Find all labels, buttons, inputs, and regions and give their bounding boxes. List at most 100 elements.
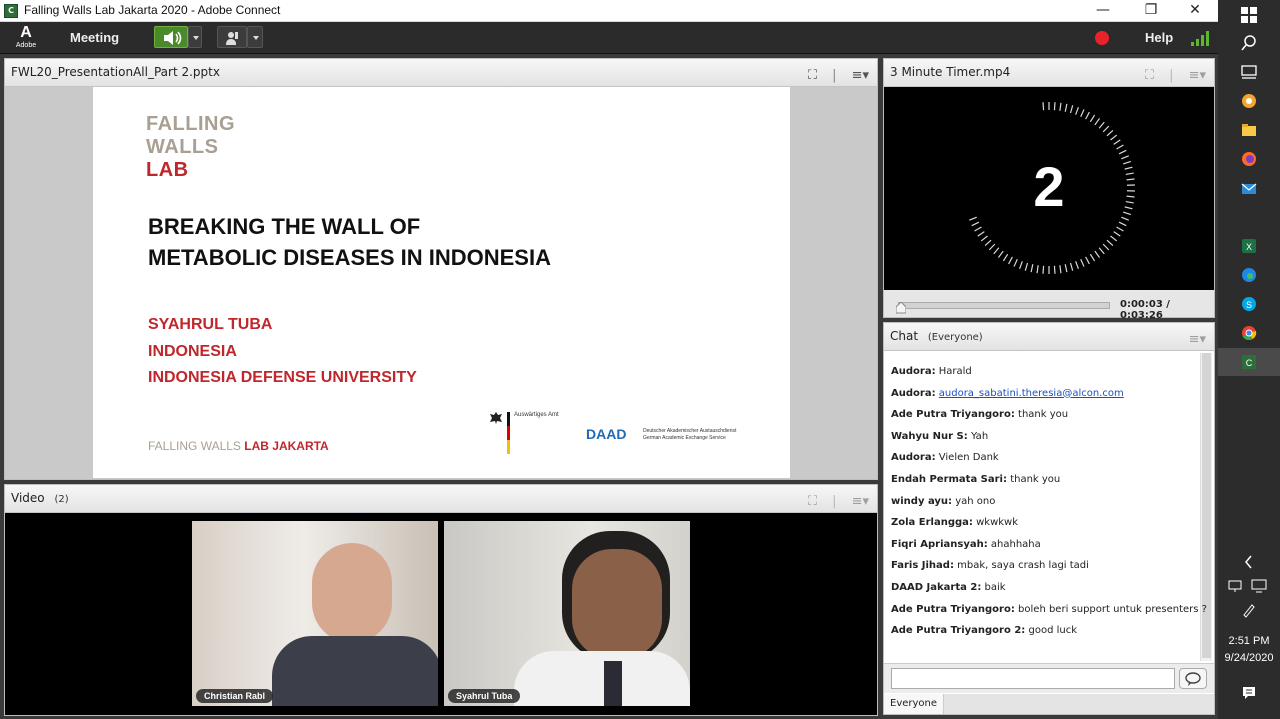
record-icon[interactable] <box>1094 30 1110 46</box>
chat-message: Audora: audora_sabatini.theresia@alcon.c… <box>891 388 1124 399</box>
network-icon[interactable] <box>1226 577 1244 595</box>
chat-audience-bar: Everyone <box>884 694 1214 714</box>
video-seek-bar[interactable] <box>898 302 1110 309</box>
timer-tick <box>1080 259 1085 267</box>
speaker-toggle-button[interactable] <box>154 26 188 48</box>
timer-tick <box>1089 253 1096 262</box>
chrome-icon[interactable] <box>1240 324 1258 342</box>
fullscreen-icon[interactable]: ⛶ <box>808 68 817 83</box>
status-raise-hand-button[interactable] <box>217 26 247 48</box>
firefox-icon[interactable] <box>1240 150 1258 168</box>
timer-tick <box>1110 235 1118 242</box>
timer-tick <box>1075 106 1079 115</box>
status-options-dropdown[interactable] <box>247 26 263 48</box>
slide-country: INDONESIA <box>148 343 237 360</box>
edge-icon[interactable] <box>1240 266 1258 284</box>
timer-tick <box>1126 195 1135 198</box>
share-pod-title: FWL20_PresentationAll_Part 2.pptx <box>11 65 220 79</box>
svg-text:C: C <box>1246 358 1253 368</box>
divider: | <box>1169 68 1174 83</box>
chat-message: windy ayu: yah ono <box>891 496 995 507</box>
pod-menu-icon[interactable]: ≡▾ <box>1189 68 1206 83</box>
file-explorer-icon[interactable] <box>1240 121 1258 139</box>
excel-icon[interactable]: X <box>1240 237 1258 255</box>
timer-tick <box>1113 231 1121 237</box>
chat-pod-controls: ≡▾ <box>1179 328 1206 347</box>
seek-thumb-icon[interactable] <box>896 302 906 314</box>
video-feed-christian-rabl[interactable]: Christian Rabl <box>192 521 438 706</box>
chevron-left-icon[interactable] <box>1240 553 1258 571</box>
chat-message-text: Vielen Dank <box>938 452 999 464</box>
chrome-canary-icon[interactable] <box>1240 92 1258 110</box>
video-feed-syahrul-tuba[interactable]: Syahrul Tuba <box>444 521 690 706</box>
taskbar-clock-date[interactable]: 9/24/2020 <box>1218 652 1280 664</box>
skype-icon[interactable]: S <box>1240 295 1258 313</box>
help-menu[interactable]: Help <box>1145 30 1173 45</box>
chat-send-button[interactable] <box>1179 668 1207 689</box>
chat-message-input[interactable] <box>891 668 1175 689</box>
timer-tick <box>1098 121 1105 129</box>
pod-menu-icon[interactable]: ≡▾ <box>852 494 869 509</box>
timer-tick <box>1124 206 1133 210</box>
close-button[interactable]: ✕ <box>1172 0 1218 22</box>
taskbar-clock-time[interactable]: 2:51 PM <box>1218 635 1280 647</box>
timer-tick <box>969 216 977 221</box>
meeting-menu[interactable]: Meeting <box>70 30 119 45</box>
chat-message-text: boleh beri support untuk presenters ? <box>1018 603 1207 615</box>
timer-tick <box>1059 102 1062 111</box>
slide-logo-walls: WALLS <box>146 136 219 158</box>
slide-footer-grey: FALLING WALLS <box>148 439 241 453</box>
chat-message: Fiqri Apriansyah: ahahhaha <box>891 539 1041 550</box>
daad-subtitle-en: German Academic Exchange Service <box>643 435 726 441</box>
participant-face <box>572 549 662 659</box>
timer-tick <box>1019 261 1023 270</box>
windows-taskbar: X S C 2:51 PM 9/24/2020 <box>1218 0 1280 719</box>
fullscreen-icon[interactable]: ⛶ <box>808 494 817 509</box>
chat-message-text: good luck <box>1028 625 1077 637</box>
timer-tick <box>1013 259 1018 267</box>
chat-pod-title: Chat (Everyone) <box>890 329 983 343</box>
windows-start-icon[interactable] <box>1240 6 1258 24</box>
speaker-options-dropdown[interactable] <box>188 26 202 48</box>
chat-scrollbar[interactable] <box>1200 353 1212 661</box>
timer-tick <box>1118 221 1127 227</box>
display-icon[interactable] <box>1250 577 1268 595</box>
mail-icon[interactable] <box>1240 180 1258 198</box>
chat-email-link[interactable]: audora_sabatini.theresia@alcon.com <box>939 388 1124 399</box>
adobe-connect-taskbar-icon[interactable]: C <box>1240 353 1258 371</box>
chat-message-text: ahahhaha <box>990 538 1041 550</box>
chat-scope: (Everyone) <box>927 332 983 343</box>
pen-icon[interactable] <box>1240 601 1258 619</box>
slide-logo-falling: FALLING <box>146 113 236 135</box>
chat-message: DAAD Jakarta 2: baik <box>891 582 1006 593</box>
action-center-icon[interactable] <box>1240 684 1258 702</box>
timer-tick <box>1089 114 1096 123</box>
timer-tick <box>1094 250 1101 258</box>
timer-tick <box>1106 239 1114 246</box>
task-view-icon[interactable] <box>1240 62 1258 80</box>
timer-pod-controls: ⛶ | ≡▾ <box>1135 64 1206 83</box>
chat-sender: Wahyu Nur S: <box>891 430 968 442</box>
chat-message: Zola Erlangga: wkwkwk <box>891 517 1018 528</box>
minimize-button[interactable]: — <box>1080 0 1126 22</box>
restore-button[interactable]: ❐ <box>1128 0 1174 22</box>
participant-face <box>312 543 392 643</box>
chat-sender: Audora: <box>891 387 936 399</box>
chat-sender: Audora: <box>891 452 936 464</box>
timer-tick <box>1102 243 1110 251</box>
timer-tick <box>1094 118 1101 126</box>
chat-audience-tab-everyone[interactable]: Everyone <box>884 694 944 714</box>
adobe-logo-word: Adobe <box>15 42 37 49</box>
timer-tick <box>1024 262 1029 271</box>
fullscreen-icon[interactable]: ⛶ <box>1145 68 1154 83</box>
pod-menu-icon[interactable]: ≡▾ <box>852 68 869 83</box>
pod-menu-icon[interactable]: ≡▾ <box>1189 332 1206 347</box>
daad-subtitle-de: Deutscher Akademischer Austauschdienst <box>643 428 737 434</box>
slide-footer: FALLING WALLS LAB JAKARTA <box>148 439 329 453</box>
daad-logo: DAAD <box>586 426 627 442</box>
search-icon[interactable] <box>1240 34 1258 52</box>
chat-input-area <box>884 663 1214 693</box>
speaker-icon <box>164 31 182 45</box>
timer-tick <box>1069 262 1074 271</box>
timer-pod-header: 3 Minute Timer.mp4 ⛶ | ≡▾ <box>884 59 1214 87</box>
